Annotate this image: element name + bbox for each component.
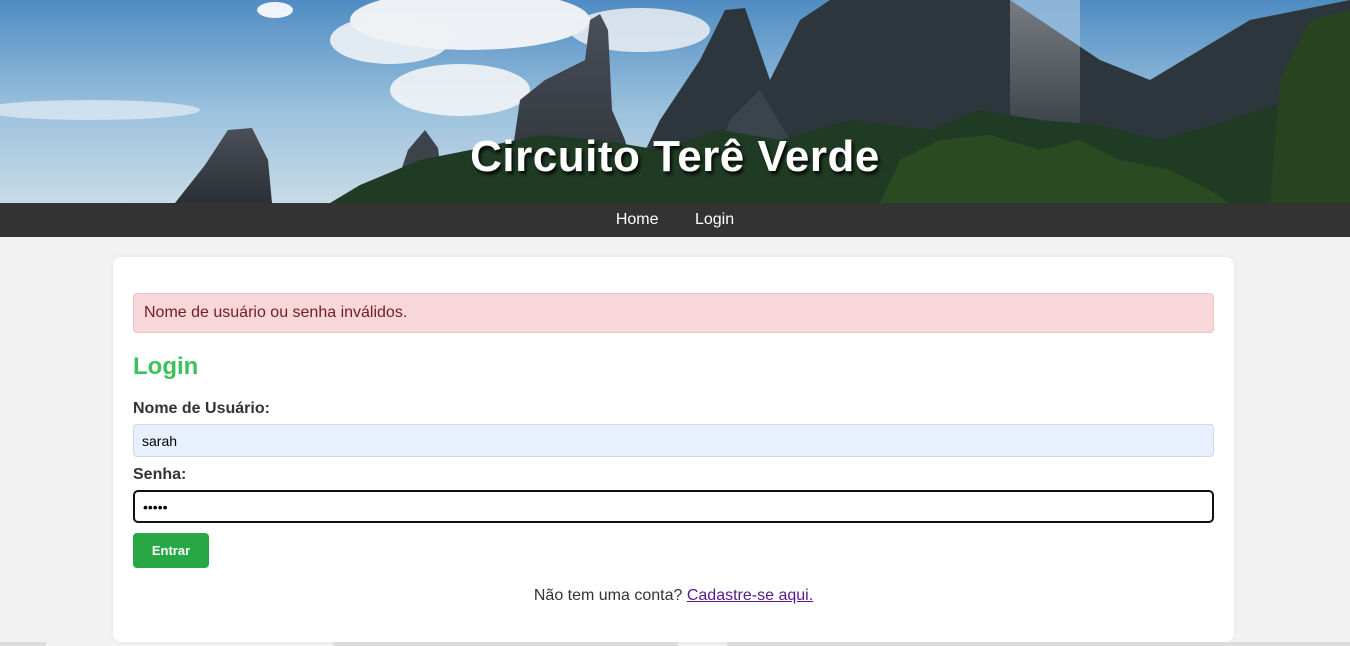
nav-link-home[interactable]: Home (616, 203, 659, 237)
password-input[interactable] (133, 490, 1214, 523)
bottom-edge-strip (727, 642, 1350, 646)
site-title: Circuito Terê Verde (470, 132, 880, 181)
login-submit-button[interactable]: Entrar (133, 533, 209, 568)
username-input[interactable] (133, 424, 1214, 457)
signup-link[interactable]: Cadastre-se aqui. (687, 587, 813, 604)
login-card: Nome de usuário ou senha inválidos. Logi… (113, 257, 1234, 642)
hero-banner: Circuito Terê Verde (0, 0, 1350, 203)
login-heading: Login (133, 353, 199, 380)
username-label: Nome de Usuário: (133, 400, 270, 417)
password-label: Senha: (133, 466, 187, 483)
signup-prompt-line: Não tem uma conta? Cadastre-se aqui. (113, 587, 1234, 605)
bottom-edge-strip (0, 642, 46, 646)
bottom-edge-strip (333, 642, 678, 646)
nav-link-login[interactable]: Login (695, 203, 734, 237)
signup-prompt-text: Não tem uma conta? (533, 587, 683, 604)
error-alert: Nome de usuário ou senha inválidos. (133, 293, 1214, 333)
top-navbar: Home Login (0, 203, 1350, 237)
